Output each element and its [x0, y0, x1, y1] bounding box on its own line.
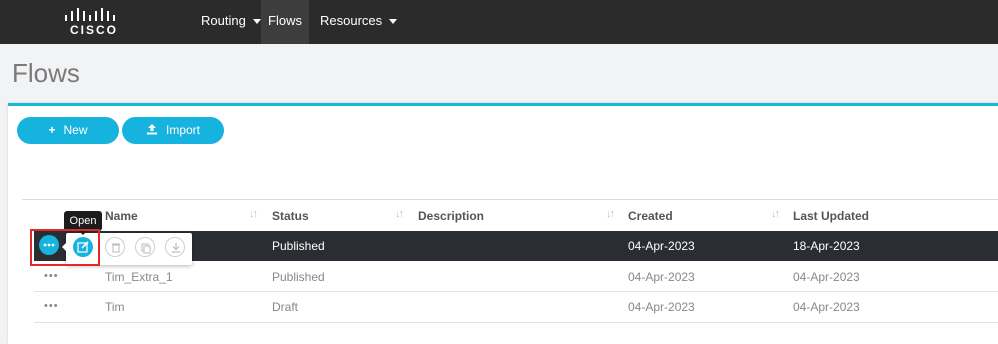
row-name[interactable]: Tim_Extra_1 [105, 270, 173, 284]
open-tooltip: Open [64, 211, 102, 231]
copy-icon [141, 243, 151, 254]
upload-icon [146, 117, 158, 144]
column-header-name[interactable]: Name [105, 209, 138, 223]
row-last-updated: 18-Apr-2023 [793, 239, 860, 253]
row-created: 04-Apr-2023 [628, 300, 695, 314]
more-icon[interactable]: ••• [44, 270, 59, 282]
more-icon[interactable]: ••• [44, 300, 59, 312]
export-button[interactable] [165, 237, 185, 257]
header-top-border [22, 199, 998, 200]
new-button-label: New [63, 123, 88, 137]
row-status: Draft [272, 300, 299, 314]
trash-icon [112, 243, 120, 253]
column-header-last-updated[interactable]: Last Updated [793, 209, 869, 223]
column-header-description[interactable]: Description [418, 209, 484, 223]
import-button-label: Import [165, 123, 200, 137]
highlight-box [30, 229, 100, 266]
row-created: 04-Apr-2023 [628, 239, 695, 253]
column-header-created[interactable]: Created [628, 209, 673, 223]
nav-resources[interactable]: Resources [320, 0, 398, 44]
chevron-down-icon [252, 19, 261, 25]
row-divider [34, 291, 998, 292]
new-button[interactable]: + New [17, 117, 119, 144]
sort-icon[interactable]: ↓↑ [771, 208, 780, 220]
nav-flows[interactable]: Flows [261, 0, 309, 44]
nav-routing[interactable]: Routing [201, 0, 261, 44]
row-created: 04-Apr-2023 [628, 270, 695, 284]
import-button[interactable]: Import [122, 117, 224, 144]
row-last-updated: 04-Apr-2023 [793, 270, 860, 284]
download-icon [172, 243, 180, 253]
sort-icon[interactable]: ↓↑ [249, 208, 258, 220]
page-title: Flows [12, 58, 80, 88]
nav-flows-label: Flows [268, 13, 302, 28]
column-header-status[interactable]: Status [272, 209, 309, 223]
row-status: Published [272, 239, 325, 253]
row-status: Published [272, 270, 325, 284]
sort-icon[interactable]: ↓↑ [606, 208, 615, 220]
row-divider [34, 322, 998, 323]
nav-routing-label: Routing [201, 13, 246, 28]
cisco-logo[interactable]: CISCO [64, 7, 122, 37]
sort-icon[interactable]: ↓↑ [395, 208, 404, 220]
nav-resources-label: Resources [320, 13, 383, 28]
delete-button[interactable] [105, 237, 125, 257]
chevron-down-icon [389, 19, 398, 25]
logo-text: CISCO [69, 23, 118, 37]
row-name[interactable]: Tim [105, 300, 125, 314]
cisco-logo-bars [65, 8, 115, 21]
top-navbar: CISCO Routing Flows Resources [0, 0, 998, 44]
copy-button[interactable] [135, 237, 155, 257]
row-last-updated: 04-Apr-2023 [793, 300, 860, 314]
plus-icon: + [48, 123, 56, 137]
